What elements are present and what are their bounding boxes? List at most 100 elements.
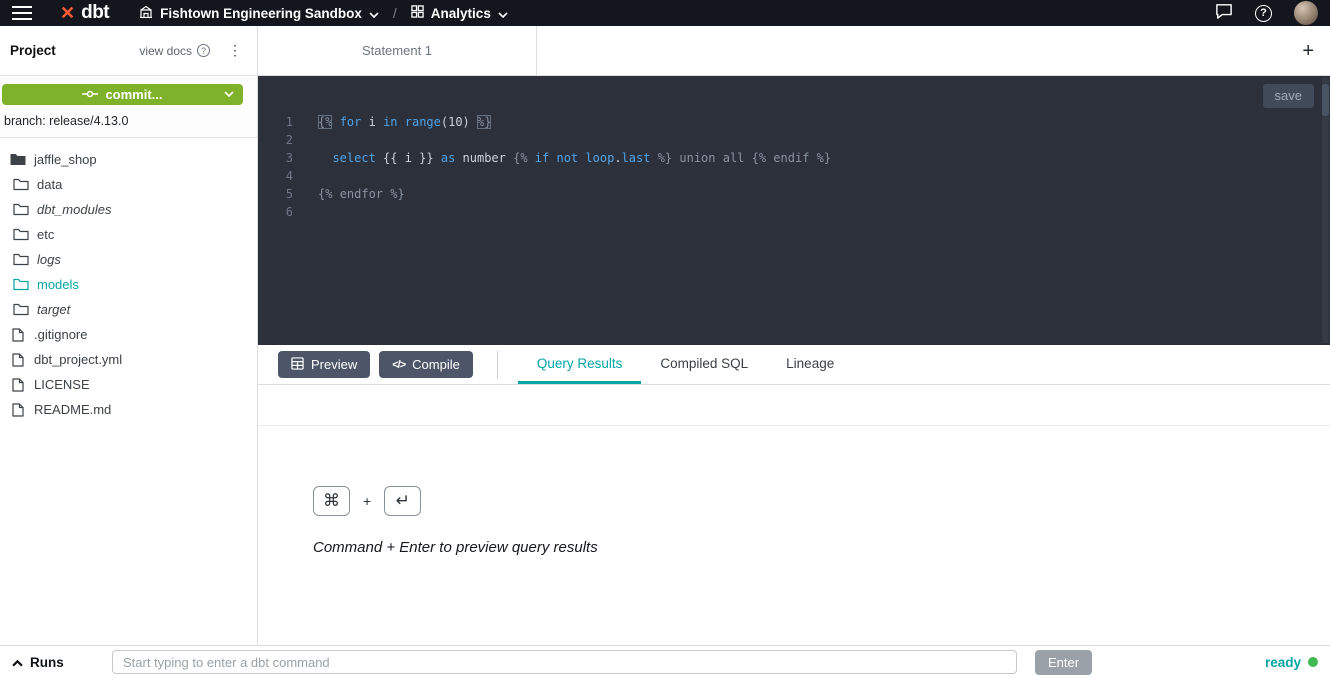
avatar[interactable] <box>1294 1 1318 25</box>
enter-key-icon: ↵ <box>384 486 421 516</box>
hamburger-menu-icon[interactable] <box>12 6 32 20</box>
tree-item-README.md[interactable]: README.md <box>0 397 257 422</box>
chevron-down-icon <box>224 91 234 97</box>
tree-item-label: data <box>37 177 62 192</box>
compile-code-icon: </> <box>392 359 405 371</box>
chevron-up-icon <box>12 655 23 670</box>
line-number: 3 <box>258 149 300 167</box>
project-selector[interactable]: Analytics <box>411 5 508 21</box>
compile-button-label: Compile <box>412 357 460 372</box>
tree-item-label: dbt_project.yml <box>34 352 122 367</box>
tree-item-label: target <box>37 302 70 317</box>
project-name: Analytics <box>431 6 491 21</box>
editor-scrollbar-thumb[interactable] <box>1322 84 1329 116</box>
tree-item-jaffle_shop[interactable]: jaffle_shop <box>0 147 257 172</box>
sidebar-header: Project view docs ? ⋮ <box>0 26 257 76</box>
code-editor[interactable]: 123456 {% for i in range(10) %} select {… <box>258 76 1330 345</box>
account-selector[interactable]: Fishtown Engineering Sandbox <box>139 5 379 21</box>
tree-item-etc[interactable]: etc <box>0 222 257 247</box>
save-button[interactable]: save <box>1263 84 1314 108</box>
view-docs-link[interactable]: view docs ? <box>139 44 210 58</box>
tree-item-target[interactable]: target <box>0 297 257 322</box>
code-line: {% for i in range(10) %} <box>318 113 831 131</box>
line-number: 2 <box>258 131 300 149</box>
tree-item-.gitignore[interactable]: .gitignore <box>0 322 257 347</box>
tree-item-label: README.md <box>34 402 111 417</box>
preview-button-label: Preview <box>311 357 357 372</box>
line-number: 6 <box>258 203 300 221</box>
chevron-down-icon <box>498 6 508 21</box>
tree-item-models[interactable]: models <box>0 272 257 297</box>
branch-icon <box>82 87 98 102</box>
tree-item-dbt_modules[interactable]: dbt_modules <box>0 197 257 222</box>
line-number: 5 <box>258 185 300 203</box>
compile-button[interactable]: </> Compile <box>379 351 473 378</box>
main-panel: Statement 1 + 123456 {% for i in range(1… <box>258 26 1330 645</box>
tree-item-label: dbt_modules <box>37 202 111 217</box>
file-icon <box>10 403 26 417</box>
tree-item-label: logs <box>37 252 61 267</box>
shortcut-hint-text: Command + Enter to preview query results <box>313 539 598 556</box>
topbar: ✕ dbt Fishtown Engineering Sandbox / Ana… <box>0 0 1330 26</box>
tab-query-results[interactable]: Query Results <box>518 345 642 384</box>
toolbar-divider <box>497 351 498 379</box>
tab-compiled-sql[interactable]: Compiled SQL <box>641 345 767 384</box>
grid-icon <box>411 5 424 21</box>
tree-item-dbt_project.yml[interactable]: dbt_project.yml <box>0 347 257 372</box>
sidebar: Project view docs ? ⋮ commit... branch: … <box>0 26 258 645</box>
folder-icon <box>13 253 29 266</box>
commit-section: commit... branch: release/4.13.0 <box>0 76 257 138</box>
kebab-menu-icon[interactable]: ⋮ <box>228 42 243 59</box>
tree-item-logs[interactable]: logs <box>0 247 257 272</box>
tree-item-label: models <box>37 277 79 292</box>
shortcut-hint: ⌘ + ↵ Command + Enter to preview query r… <box>313 486 598 556</box>
code-line <box>318 203 831 221</box>
tab-statement-1[interactable]: Statement 1 <box>258 26 537 75</box>
dbt-logo-text: dbt <box>81 2 109 24</box>
chevron-down-icon <box>369 6 379 21</box>
sidebar-title: Project <box>10 43 56 58</box>
help-icon[interactable]: ? <box>1255 5 1272 22</box>
folder-icon <box>13 228 29 241</box>
tree-item-data[interactable]: data <box>0 172 257 197</box>
file-icon <box>10 328 26 342</box>
runs-toggle[interactable]: Runs <box>12 655 112 670</box>
folder-open-icon <box>10 153 26 166</box>
status-dot-icon <box>1308 657 1318 667</box>
line-number: 1 <box>258 113 300 131</box>
dbt-logo[interactable]: ✕ dbt <box>60 2 109 24</box>
commit-button[interactable]: commit... <box>2 84 243 105</box>
code-lines: {% for i in range(10) %} select {{ i }} … <box>318 76 831 345</box>
dbt-logo-icon: ✕ <box>60 4 75 22</box>
view-docs-label: view docs <box>139 44 192 58</box>
editor-tabbar: Statement 1 + <box>258 26 1330 76</box>
enter-button[interactable]: Enter <box>1035 650 1092 675</box>
new-tab-button[interactable]: + <box>1302 41 1314 61</box>
line-numbers: 123456 <box>258 76 300 345</box>
commit-button-label: commit... <box>105 87 162 102</box>
preview-button[interactable]: Preview <box>278 351 370 378</box>
plus-sign: + <box>363 493 371 509</box>
branch-label: branch: release/4.13.0 <box>2 114 243 128</box>
tree-item-LICENSE[interactable]: LICENSE <box>0 372 257 397</box>
command-bar: Runs Enter ready <box>0 645 1330 678</box>
runs-label: Runs <box>30 655 64 670</box>
tree-item-label: LICENSE <box>34 377 90 392</box>
chat-icon[interactable] <box>1215 3 1233 24</box>
results-body: ⌘ + ↵ Command + Enter to preview query r… <box>258 426 1330 645</box>
code-line: select {{ i }} as number {% if not loop.… <box>318 149 831 167</box>
editor-scrollbar[interactable] <box>1322 78 1329 343</box>
file-tree: jaffle_shopdata dbt_modulesetc logs models t… <box>0 138 257 422</box>
command-input[interactable] <box>112 650 1017 674</box>
file-icon <box>10 378 26 392</box>
preview-grid-icon <box>291 357 304 373</box>
file-icon <box>10 353 26 367</box>
code-line <box>318 131 831 149</box>
view-docs-icon: ? <box>197 44 210 57</box>
tree-item-label: .gitignore <box>34 327 87 342</box>
building-icon <box>139 5 153 21</box>
results-strip <box>258 385 1330 426</box>
tab-lineage[interactable]: Lineage <box>767 345 853 384</box>
command-key-icon: ⌘ <box>313 486 350 516</box>
code-line: {% endfor %} <box>318 185 831 203</box>
